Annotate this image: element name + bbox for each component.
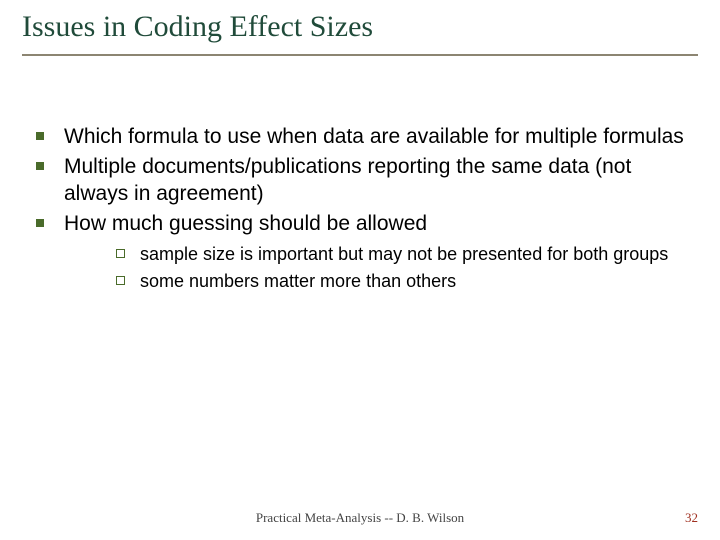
list-item: Multiple documents/publications reportin… [30,154,698,207]
bullet-text: Multiple documents/publications reportin… [64,155,631,204]
slide-title: Issues in Coding Effect Sizes [22,10,698,56]
list-item: some numbers matter more than others [110,270,698,293]
sub-bullet-text: some numbers matter more than others [140,271,456,291]
footer-text: Practical Meta-Analysis -- D. B. Wilson [0,510,720,526]
sub-bullet-text: sample size is important but may not be … [140,244,668,264]
list-item: sample size is important but may not be … [110,243,698,266]
bullet-text: Which formula to use when data are avail… [64,125,684,148]
sub-list: sample size is important but may not be … [64,243,698,292]
bullet-text: How much guessing should be allowed [64,212,427,235]
list-item: How much guessing should be allowed samp… [30,211,698,292]
bullet-list: Which formula to use when data are avail… [22,124,698,292]
list-item: Which formula to use when data are avail… [30,124,698,150]
slide: Issues in Coding Effect Sizes Which form… [0,0,720,540]
page-number: 32 [685,510,698,526]
